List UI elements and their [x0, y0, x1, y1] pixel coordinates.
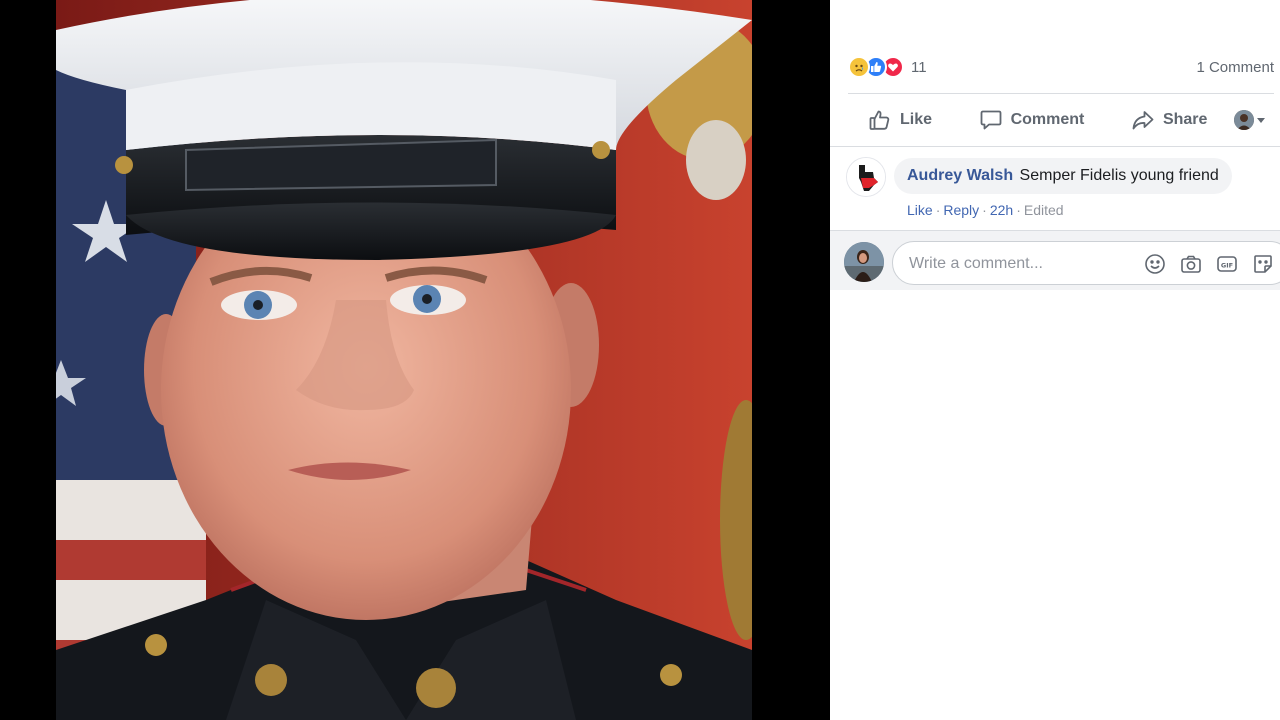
share-button-label: Share	[1162, 111, 1208, 128]
reactions-summary[interactable]: 11	[848, 56, 927, 78]
comment-button[interactable]: Comment	[959, 101, 1105, 139]
like-button-label: Like	[900, 111, 933, 128]
post-actions-bar: Like Comment Share	[848, 101, 1274, 139]
share-button[interactable]: Share	[1111, 101, 1227, 139]
reaction-count: 11	[911, 58, 927, 76]
composer-icons: GIF	[1131, 252, 1275, 276]
share-arrow-icon	[1132, 111, 1154, 130]
caret-down-icon	[1257, 118, 1265, 123]
comment-edited-label[interactable]: Edited	[1024, 202, 1064, 218]
comment-bubble: Audrey Walsh Semper Fidelis young friend	[894, 158, 1232, 194]
comment-input[interactable]: Write a comment... GIF	[892, 241, 1280, 285]
comment-author-link[interactable]: Audrey Walsh	[907, 167, 1013, 184]
speech-bubble-icon	[980, 110, 1001, 130]
gif-icon[interactable]: GIF	[1215, 252, 1239, 276]
comment-composer: Write a comment... GIF	[830, 230, 1280, 290]
sticker-icon[interactable]	[1251, 252, 1275, 276]
comment-meta: Like · Reply · 22h · Edited	[907, 202, 1064, 218]
comment-text: Semper Fidelis young friend	[1019, 167, 1219, 184]
reactions-summary-row: 11 1 Comment	[848, 52, 1274, 82]
like-button[interactable]: Like	[848, 101, 952, 139]
separator-dot: ·	[1016, 202, 1021, 218]
portrait-image	[56, 0, 752, 720]
comment-reply-link[interactable]: Reply	[943, 202, 979, 218]
comment-author-avatar[interactable]	[846, 157, 886, 197]
comment-button-label: Comment	[1010, 111, 1085, 128]
comment-time-link[interactable]: 22h	[990, 202, 1013, 218]
comments-panel: 11 1 Comment Like Comment Share Audrey W…	[830, 0, 1280, 720]
post-as-selector[interactable]	[1234, 110, 1274, 130]
avatar	[1234, 110, 1254, 130]
separator-dot: ·	[935, 202, 941, 218]
svg-text:GIF: GIF	[1221, 262, 1233, 270]
separator-dot: ·	[982, 202, 987, 218]
photo-viewer	[0, 0, 830, 720]
comment-like-link[interactable]: Like	[907, 202, 933, 218]
divider	[848, 93, 1274, 94]
comments-count-link[interactable]: 1 Comment	[1196, 59, 1274, 76]
divider	[830, 146, 1280, 147]
camera-icon[interactable]	[1179, 252, 1203, 276]
thumbs-up-icon	[869, 110, 890, 130]
emoji-icon[interactable]	[1143, 252, 1167, 276]
current-user-avatar	[844, 242, 884, 282]
comment-input-placeholder: Write a comment...	[909, 255, 1043, 272]
post-photo[interactable]	[56, 0, 752, 720]
sad-reaction-icon	[848, 56, 870, 78]
